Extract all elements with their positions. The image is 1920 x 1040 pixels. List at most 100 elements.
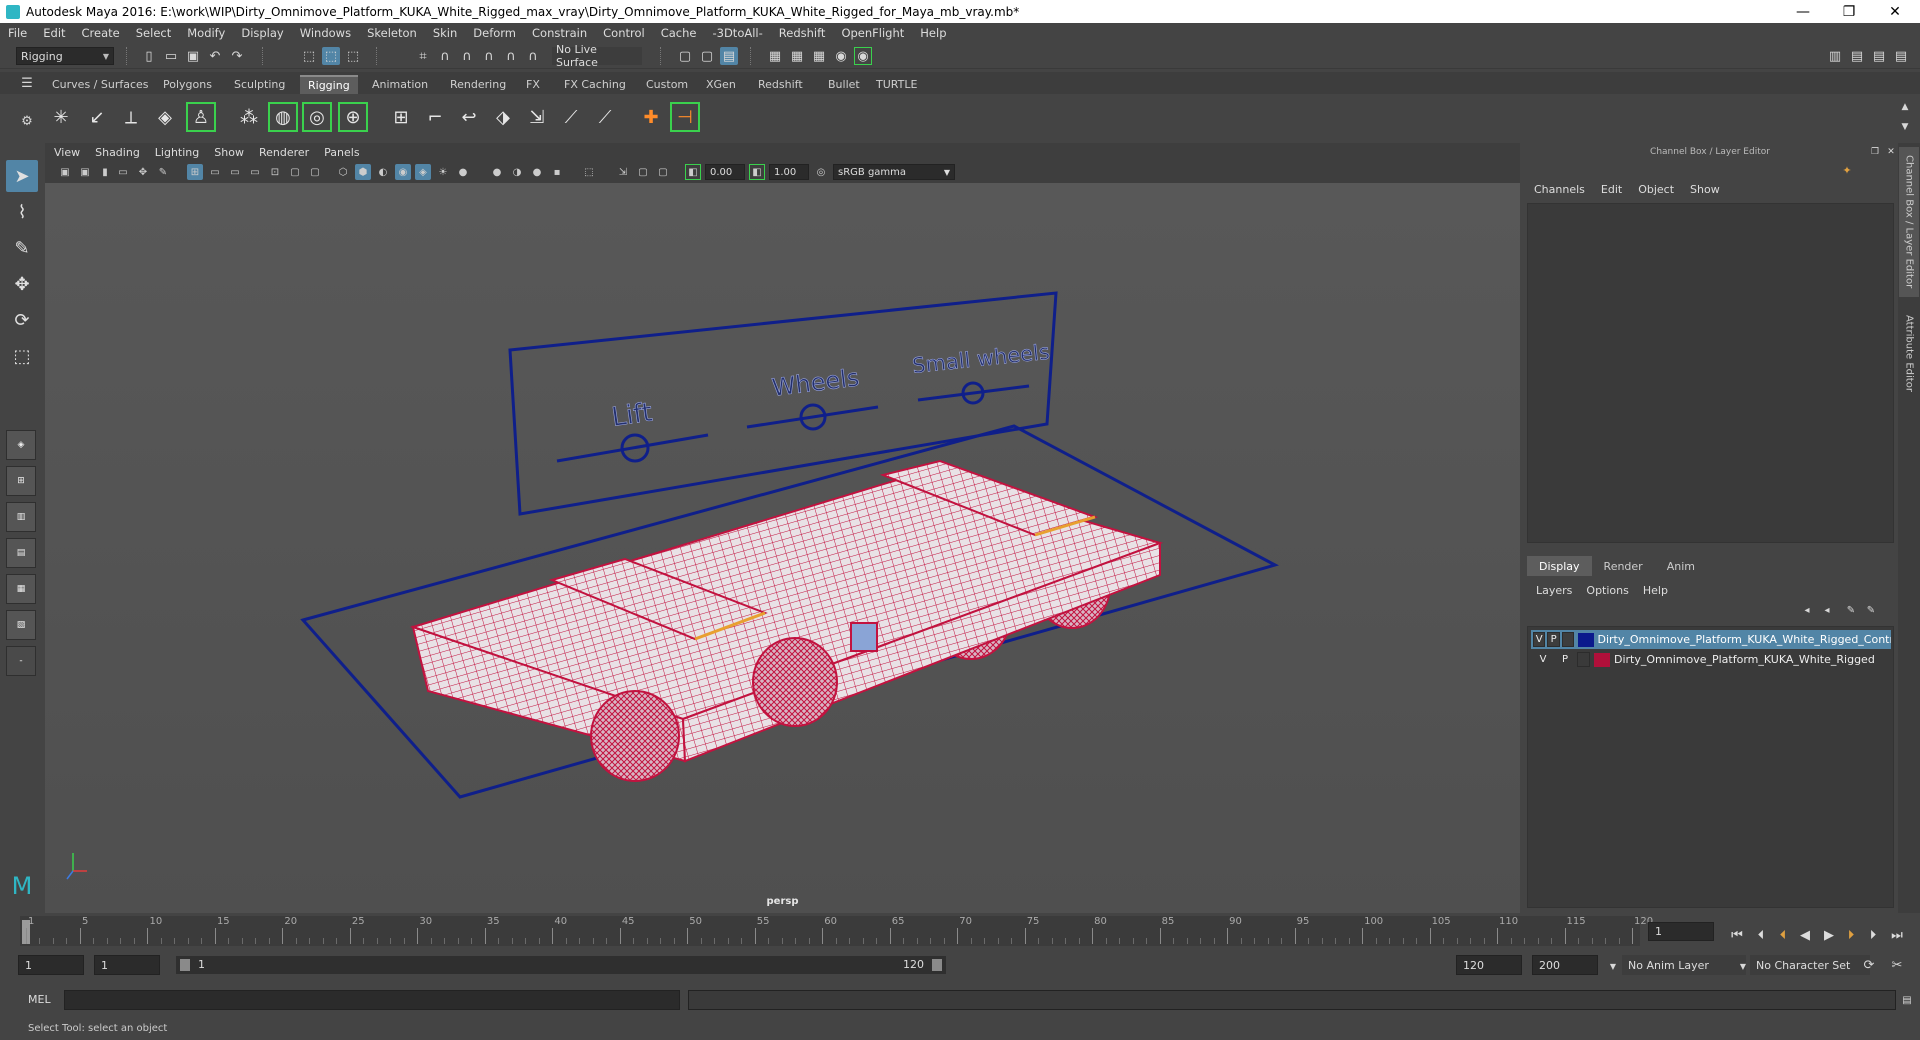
exposure-icon[interactable]: ◧: [685, 164, 701, 180]
live-surface-field[interactable]: No Live Surface: [552, 43, 642, 69]
aim-constraint-icon[interactable]: ⟋: [590, 102, 620, 132]
end-time-field[interactable]: 200: [1532, 955, 1598, 975]
tab-polygons[interactable]: Polygons: [155, 75, 220, 94]
animation-preferences-icon[interactable]: ✂: [1888, 956, 1906, 974]
shelf-options-icon[interactable]: ⚙: [18, 112, 36, 130]
le-menu-layers[interactable]: Layers: [1536, 584, 1572, 597]
menu-select[interactable]: Select: [136, 26, 171, 40]
tab-rigging[interactable]: Rigging: [300, 75, 358, 94]
snap-curve-icon[interactable]: ∩: [436, 47, 454, 65]
cb-menu-show[interactable]: Show: [1690, 183, 1720, 196]
lasso-tool-icon[interactable]: ⌇: [6, 196, 38, 228]
paint-select-icon[interactable]: ✎: [6, 232, 38, 264]
snap-grid-icon[interactable]: ⌗: [414, 47, 432, 65]
new-layer-icon[interactable]: ✎: [1842, 601, 1860, 619]
hypershade-layout-icon[interactable]: ▧: [6, 610, 36, 640]
outliner-layout-icon[interactable]: ▤: [6, 538, 36, 568]
layer-type-toggle[interactable]: [1561, 632, 1575, 647]
magnet-icon[interactable]: ∩: [524, 47, 542, 65]
graph-layout-icon[interactable]: ▦: [6, 574, 36, 604]
menu-redshift[interactable]: Redshift: [779, 26, 826, 40]
current-frame-field[interactable]: 1: [1648, 922, 1714, 941]
script-language-label[interactable]: MEL: [28, 993, 51, 1006]
tab-rendering[interactable]: Rendering: [442, 75, 515, 94]
gate-mask-icon[interactable]: ▭: [247, 164, 263, 180]
cb-menu-object[interactable]: Object: [1638, 183, 1674, 196]
character-set-dropdown[interactable]: No Character Set: [1750, 955, 1870, 975]
side-tab-attribute-editor[interactable]: Attribute Editor: [1899, 303, 1919, 403]
vp-menu-lighting[interactable]: Lighting: [155, 146, 199, 159]
wireframe-on-shaded-icon[interactable]: ◐: [375, 164, 391, 180]
range-bar[interactable]: 1 120: [176, 956, 946, 974]
channel-box-toggle-icon[interactable]: ▤: [1892, 47, 1910, 65]
use-all-lights-icon[interactable]: ◈: [415, 164, 431, 180]
anti-aliasing-icon[interactable]: ◑: [509, 164, 525, 180]
select-object-icon[interactable]: ⬚: [322, 47, 340, 65]
cb-menu-edit[interactable]: Edit: [1601, 183, 1622, 196]
tab-fx-caching[interactable]: FX Caching: [556, 75, 634, 94]
orient-constraint-icon[interactable]: ⟋: [556, 102, 586, 132]
move-layer-up-icon[interactable]: ◂: [1798, 601, 1816, 619]
snap-view-icon[interactable]: ∩: [480, 47, 498, 65]
menu-create[interactable]: Create: [82, 26, 120, 40]
grid-toggle-icon[interactable]: ⊞: [187, 164, 203, 180]
shelf-menu-icon[interactable]: ☰: [18, 74, 36, 92]
hypershade-icon[interactable]: ◉: [832, 47, 850, 65]
textured-icon[interactable]: ◉: [395, 164, 411, 180]
select-tool-icon[interactable]: ➤: [6, 160, 38, 192]
select-component-icon[interactable]: ⬚: [344, 47, 362, 65]
xray-components-icon[interactable]: ▢: [635, 164, 651, 180]
four-view-layout-icon[interactable]: ⊞: [6, 466, 36, 496]
create-joint-icon[interactable]: ↙: [82, 102, 112, 132]
layer-visibility-toggle[interactable]: V: [1533, 652, 1553, 667]
shelf-scroll-up-icon[interactable]: ▲: [1896, 98, 1914, 116]
isolate-view-icon[interactable]: ▢: [655, 164, 671, 180]
go-to-end-icon[interactable]: ⏭: [1888, 926, 1906, 944]
gamma-icon[interactable]: ◧: [749, 164, 765, 180]
open-scene-icon[interactable]: ▭: [162, 47, 180, 65]
tab-sculpting[interactable]: Sculpting: [226, 75, 294, 94]
ipr-render-icon[interactable]: ▦: [788, 47, 806, 65]
tool-settings-toggle-icon[interactable]: ▤: [1870, 47, 1888, 65]
tab-anim[interactable]: Anim: [1655, 556, 1707, 576]
new-layer-selected-icon[interactable]: ✎: [1862, 601, 1880, 619]
rotate-tool-icon[interactable]: ⟳: [6, 304, 38, 336]
move-tool-icon[interactable]: ✥: [6, 268, 38, 300]
le-menu-options[interactable]: Options: [1586, 584, 1628, 597]
isolate-select-icon[interactable]: ▪: [549, 164, 565, 180]
tab-animation[interactable]: Animation: [364, 75, 437, 94]
menu-cache[interactable]: Cache: [661, 26, 697, 40]
scale-tool-icon[interactable]: ⬚: [6, 340, 38, 372]
playback-end-field[interactable]: 120: [1456, 955, 1522, 975]
ik-handle-icon[interactable]: ⟂: [116, 102, 146, 132]
layer-color-swatch[interactable]: [1578, 632, 1594, 647]
start-time-field[interactable]: 1: [18, 955, 84, 975]
layer-name[interactable]: Dirty_Omnimove_Platform_KUKA_White_Rigge…: [1614, 653, 1875, 666]
2d-pan-icon[interactable]: ✥: [135, 164, 151, 180]
menu-control[interactable]: Control: [603, 26, 645, 40]
move-layer-down-icon[interactable]: ◂: [1818, 601, 1836, 619]
select-hierarchy-icon[interactable]: ⬚: [300, 47, 318, 65]
key-icon[interactable]: ✦: [1838, 161, 1856, 179]
layer-color-swatch[interactable]: [1594, 652, 1610, 667]
xray-icon[interactable]: ⬚: [581, 164, 597, 180]
paint-weights-icon[interactable]: ⌐: [420, 102, 450, 132]
scene-canvas[interactable]: Lift Wheels Small wheels: [45, 183, 1520, 913]
menu-constrain[interactable]: Constrain: [532, 26, 587, 40]
xray-joints-icon[interactable]: ⇲: [615, 164, 631, 180]
two-view-layout-icon[interactable]: ▥: [6, 502, 36, 532]
vp-menu-shading[interactable]: Shading: [95, 146, 140, 159]
menu-set-dropdown[interactable]: Rigging ▼: [16, 47, 114, 65]
menu-modify[interactable]: Modify: [187, 26, 225, 40]
menu-openflight[interactable]: OpenFlight: [841, 26, 904, 40]
construction-history-icon[interactable]: ▤: [720, 47, 738, 65]
camera-attributes-icon[interactable]: ▣: [77, 164, 93, 180]
ik-spline-icon[interactable]: ◈: [150, 102, 180, 132]
sculpt-deformer-icon[interactable]: ⬗: [488, 102, 518, 132]
anim-layer-dropdown[interactable]: No Anim Layer: [1622, 955, 1746, 975]
tab-curves-surfaces[interactable]: Curves / Surfaces: [44, 75, 157, 94]
render-view-icon[interactable]: ◉: [854, 47, 872, 65]
omnimove-platform-mesh[interactable]: [409, 459, 1164, 782]
parent-constraint-icon[interactable]: ⇲: [522, 102, 552, 132]
shadows-icon[interactable]: ☀: [435, 164, 451, 180]
